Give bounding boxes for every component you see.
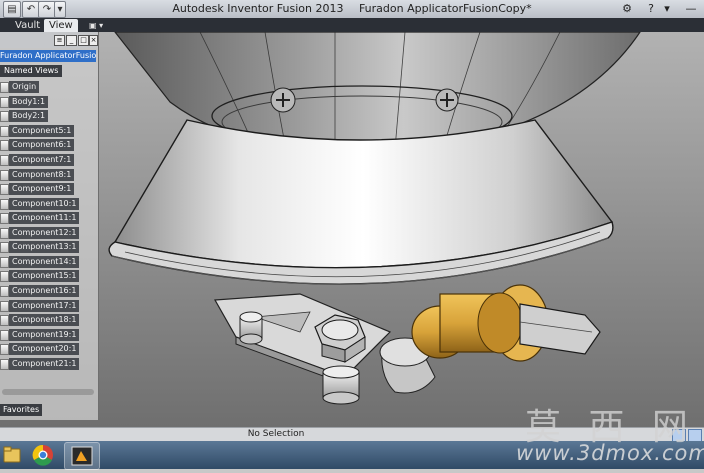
ribbon-tab-row: Vault View ▣ ▾: [0, 18, 704, 32]
component-icon: [0, 184, 9, 195]
browser-list-icon[interactable]: ≡: [54, 35, 65, 46]
folder-icon: [0, 82, 9, 93]
component-icon: [0, 242, 9, 253]
browser-minimize-icon[interactable]: _: [66, 35, 77, 46]
browser-close-icon[interactable]: ×: [89, 35, 98, 46]
component-icon: [0, 344, 9, 355]
component-icon: [0, 315, 9, 326]
help-icon[interactable]: ?: [640, 0, 662, 17]
model-browser-panel: ≡ _ □ × Furadon ApplicatorFusionCopy* Na…: [0, 32, 99, 420]
tree-item-label: Component19:1: [9, 329, 80, 341]
body-icon: [0, 111, 9, 122]
tree-item-label: Component16:1: [9, 285, 80, 297]
tree-item-label: Component10:1: [9, 198, 80, 210]
graphics-viewport[interactable]: [0, 32, 704, 427]
tree-item-label: Component14:1: [9, 256, 80, 268]
component-icon: [0, 271, 9, 282]
tree-item-label: Component20:1: [9, 343, 80, 355]
component-icon: [0, 199, 9, 210]
model-render: [0, 32, 704, 427]
tree-item-label: Component12:1: [9, 227, 80, 239]
chevron-down-icon[interactable]: ▾: [54, 1, 66, 18]
tree-item-label: Component8:1: [9, 169, 75, 181]
component-icon: [0, 257, 9, 268]
component-icon: [0, 155, 9, 166]
tree-item-label: Component11:1: [9, 212, 80, 224]
component-icon: [0, 140, 9, 151]
tab-vault[interactable]: Vault: [10, 19, 45, 32]
browser-header: ≡ _ □ ×: [0, 32, 98, 48]
browser-document-node[interactable]: Furadon ApplicatorFusionCopy*: [0, 50, 96, 62]
component-icon: [0, 301, 9, 312]
body-icon: [0, 97, 9, 108]
window-title: Autodesk Inventor Fusion 2013 Furadon Ap…: [0, 2, 704, 15]
title-bar: ▤ ↶ ↷ ▾ Autodesk Inventor Fusion 2013 Fu…: [0, 0, 704, 19]
tree-item-label: Body1:1: [9, 96, 49, 108]
app-menu-button[interactable]: ▤: [3, 1, 21, 18]
component-icon: [0, 330, 9, 341]
tree-item-label: Component15:1: [9, 270, 80, 282]
document-title: Furadon ApplicatorFusionCopy*: [358, 2, 532, 15]
tree-item-label: Body2:1: [9, 110, 49, 122]
component-icon: [0, 126, 9, 137]
help-dropdown-icon[interactable]: ▾: [660, 0, 674, 17]
component-icon: [0, 286, 9, 297]
screw-head-left: [270, 87, 296, 113]
tab-view[interactable]: View: [44, 19, 78, 32]
tree-item-label: Component13:1: [9, 241, 80, 253]
inventor-fusion-task-icon[interactable]: [64, 442, 100, 470]
tree-item-label: Component21:1: [9, 358, 80, 370]
component-icon: [0, 359, 9, 370]
component-icon: [0, 170, 9, 181]
browser-horizontal-scrollbar[interactable]: [2, 389, 94, 395]
tree-item-label: Component9:1: [9, 183, 75, 195]
favorites-node[interactable]: Favorites: [0, 404, 43, 416]
tree-item-label: Component6:1: [9, 139, 75, 151]
gear-icon[interactable]: ⚙: [616, 0, 638, 17]
screw-head-right: [435, 88, 459, 112]
ribbon-options-icon[interactable]: ▣ ▾: [84, 19, 108, 32]
tree-item-label: Component17:1: [9, 300, 80, 312]
browser-restore-icon[interactable]: □: [78, 35, 89, 46]
chrome-icon[interactable]: [26, 442, 60, 468]
component-icon: [0, 213, 9, 224]
selection-status: No Selection: [247, 429, 305, 439]
tree-item-label: Component18:1: [9, 314, 80, 326]
tree-item-label: Origin: [9, 81, 40, 93]
watermark-url: www.3dmox.com: [516, 441, 704, 465]
tree-item-label: Component5:1: [9, 125, 75, 137]
named-views-node[interactable]: Named Views: [0, 65, 63, 77]
tree-item-label: Component7:1: [9, 154, 75, 166]
app-title: Autodesk Inventor Fusion 2013: [172, 2, 344, 15]
minimize-button[interactable]: —: [680, 0, 702, 17]
component-icon: [0, 228, 9, 239]
